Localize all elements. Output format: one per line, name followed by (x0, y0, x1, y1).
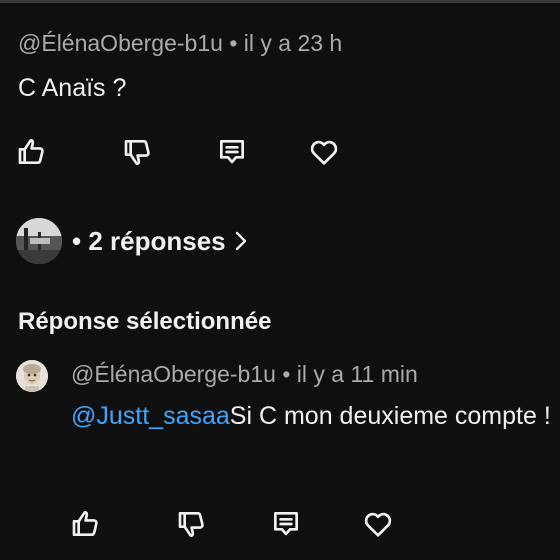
like-button[interactable] (14, 134, 50, 170)
section-title: Réponse sélectionnée (18, 308, 272, 335)
heart-button[interactable] (360, 506, 396, 542)
heart-button[interactable] (306, 134, 342, 170)
reply-button[interactable] (268, 506, 304, 542)
reply-time[interactable]: il y a 11 min (297, 361, 418, 387)
heart-icon (364, 512, 392, 537)
replies-bullet: • (72, 225, 82, 256)
replies-count: • 2 réponses (72, 226, 226, 257)
dislike-button[interactable] (120, 134, 156, 170)
comment-time[interactable]: il y a 23 h (244, 30, 342, 56)
reply-icon (220, 140, 244, 164)
dislike-icon (124, 140, 150, 165)
dislike-button[interactable] (174, 506, 210, 542)
comment-text: C Anaïs ? (18, 74, 127, 102)
like-button[interactable] (68, 506, 104, 542)
reply-action-bar (68, 506, 408, 542)
reply-button[interactable] (214, 134, 250, 170)
meta-separator: • (282, 361, 291, 387)
comment-meta: @ÉlénaOberge-b1u • il y a 23 h (18, 30, 342, 57)
reply-body: Si C mon deuxieme compte ! (229, 402, 551, 430)
reply-avatar[interactable] (16, 360, 48, 392)
top-divider (0, 0, 560, 3)
reply-text: @Justt_sasaaSi C mon deuxieme compte ! (71, 398, 551, 435)
dislike-icon (178, 512, 204, 537)
avatar (16, 218, 62, 264)
meta-separator: • (229, 30, 238, 56)
like-icon (72, 511, 98, 536)
reply-author[interactable]: @ÉlénaOberge-b1u (71, 361, 276, 387)
replies-count-label: 2 réponses (88, 225, 226, 256)
avatar-image (16, 360, 48, 392)
view-replies-button[interactable]: • 2 réponses (16, 216, 248, 266)
mention-link[interactable]: @Justt_sasaa (71, 402, 230, 430)
comment-author[interactable]: @ÉlénaOberge-b1u (18, 30, 223, 56)
avatar-image (16, 218, 62, 264)
reply-meta: @ÉlénaOberge-b1u • il y a 11 min (71, 361, 418, 388)
chevron-right-icon (234, 230, 248, 252)
heart-icon (310, 140, 338, 165)
comment-action-bar (14, 134, 354, 170)
reply-icon (274, 512, 298, 536)
like-icon (18, 139, 44, 164)
